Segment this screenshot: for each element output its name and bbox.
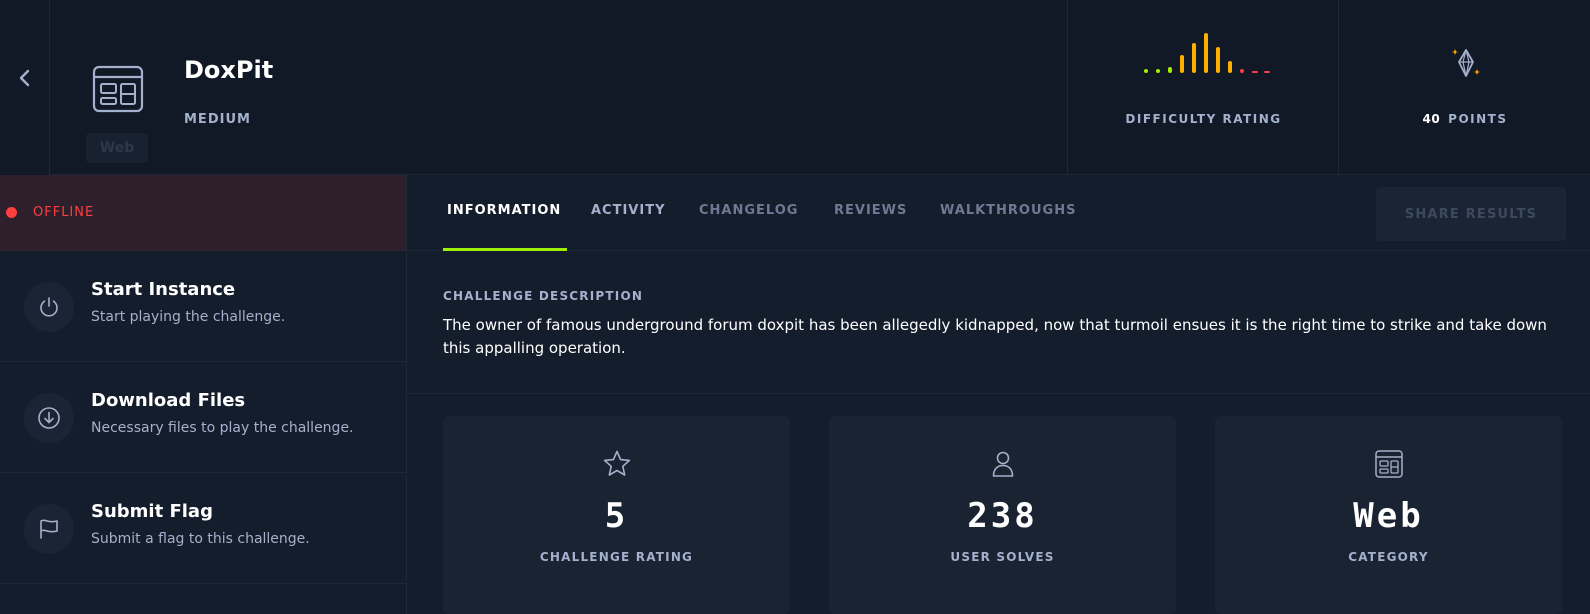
challenge-header: Web DoxPit MEDIUM DIFFICULTY RATING 40 PO… (0, 0, 1590, 175)
difficulty-rating-label: DIFFICULTY RATING (1125, 112, 1282, 126)
tab-activity[interactable]: ACTIVITY (591, 203, 666, 218)
user-solves-card: 238 USER SOLVES (829, 416, 1176, 614)
difficulty-bar (1252, 71, 1258, 73)
stat-label: CHALLENGE RATING (539, 550, 694, 564)
difficulty-bar (1156, 69, 1160, 73)
tab-walkthroughs[interactable]: WALKTHROUGHS (940, 203, 1076, 218)
difficulty-bar (1240, 69, 1244, 73)
stat-value: 5 (604, 496, 629, 536)
download-icon-circle (24, 393, 74, 443)
start-instance-button[interactable]: Start Instance Start playing the challen… (0, 251, 406, 362)
action-subtitle: Start playing the challenge. (91, 309, 286, 325)
description-label: CHALLENGE DESCRIPTION (443, 289, 644, 303)
power-icon (40, 297, 58, 317)
difficulty-level: MEDIUM (184, 112, 251, 127)
difficulty-bar (1204, 33, 1208, 73)
difficulty-rating-chart (1144, 33, 1270, 73)
difficulty-bar (1180, 55, 1184, 73)
points-value: 40 (1422, 112, 1441, 126)
star-icon (603, 450, 630, 476)
challenge-rating-card: 5 CHALLENGE RATING (443, 416, 790, 614)
tab-reviews[interactable]: REVIEWS (834, 203, 907, 218)
web-browser-icon (92, 65, 144, 113)
power-icon-circle (24, 282, 74, 332)
difficulty-bar (1228, 61, 1232, 73)
back-button[interactable] (0, 0, 50, 175)
action-subtitle: Necessary files to play the challenge. (91, 420, 354, 436)
web-browser-icon (1374, 450, 1403, 478)
points-display: 40 POINTS (1339, 112, 1590, 126)
share-results-button[interactable]: SHARE RESULTS (1376, 187, 1566, 241)
stat-value: 238 (967, 496, 1038, 536)
status-dot (6, 207, 17, 218)
difficulty-bar (1264, 71, 1270, 73)
difficulty-bar (1168, 67, 1172, 73)
flag-icon-circle (24, 504, 74, 554)
flag-icon (40, 519, 58, 539)
action-title: Start Instance (91, 279, 236, 300)
submit-flag-button[interactable]: Submit Flag Submit a flag to this challe… (0, 473, 406, 584)
difficulty-bar (1144, 69, 1148, 73)
action-title: Download Files (91, 390, 246, 411)
stat-label: USER SOLVES (950, 550, 1055, 564)
stat-label: CATEGORY (1348, 550, 1429, 564)
category-card: Web CATEGORY (1215, 416, 1562, 614)
difficulty-bar (1216, 47, 1220, 73)
stat-value: Web (1353, 496, 1424, 536)
difficulty-bar (1192, 43, 1196, 73)
download-icon (38, 407, 60, 429)
tab-information[interactable]: INFORMATION (447, 203, 561, 218)
points-panel: 40 POINTS (1338, 0, 1590, 175)
actions-sidebar: OFFLINE Start Instance Start playing the… (0, 175, 407, 614)
tab-changelog[interactable]: CHANGELOG (699, 203, 798, 218)
chevron-left-icon (19, 69, 29, 86)
points-label: POINTS (1448, 112, 1508, 126)
instance-status: OFFLINE (0, 175, 406, 251)
description-text: The owner of famous underground forum do… (443, 316, 1547, 357)
challenge-description: CHALLENGE DESCRIPTION The owner of famou… (407, 251, 1590, 394)
action-subtitle: Submit a flag to this challenge. (91, 531, 310, 547)
diamond-gem-icon (1451, 49, 1481, 77)
user-icon (992, 451, 1013, 477)
action-title: Submit Flag (91, 501, 213, 522)
difficulty-rating-panel: DIFFICULTY RATING (1067, 0, 1338, 175)
category-tag: Web (86, 133, 148, 163)
challenge-tabs: INFORMATION ACTIVITY CHANGELOG REVIEWS W… (407, 175, 1590, 251)
download-files-button[interactable]: Download Files Necessary files to play t… (0, 362, 406, 473)
status-label: OFFLINE (33, 205, 95, 220)
challenge-title: DoxPit (184, 56, 274, 84)
